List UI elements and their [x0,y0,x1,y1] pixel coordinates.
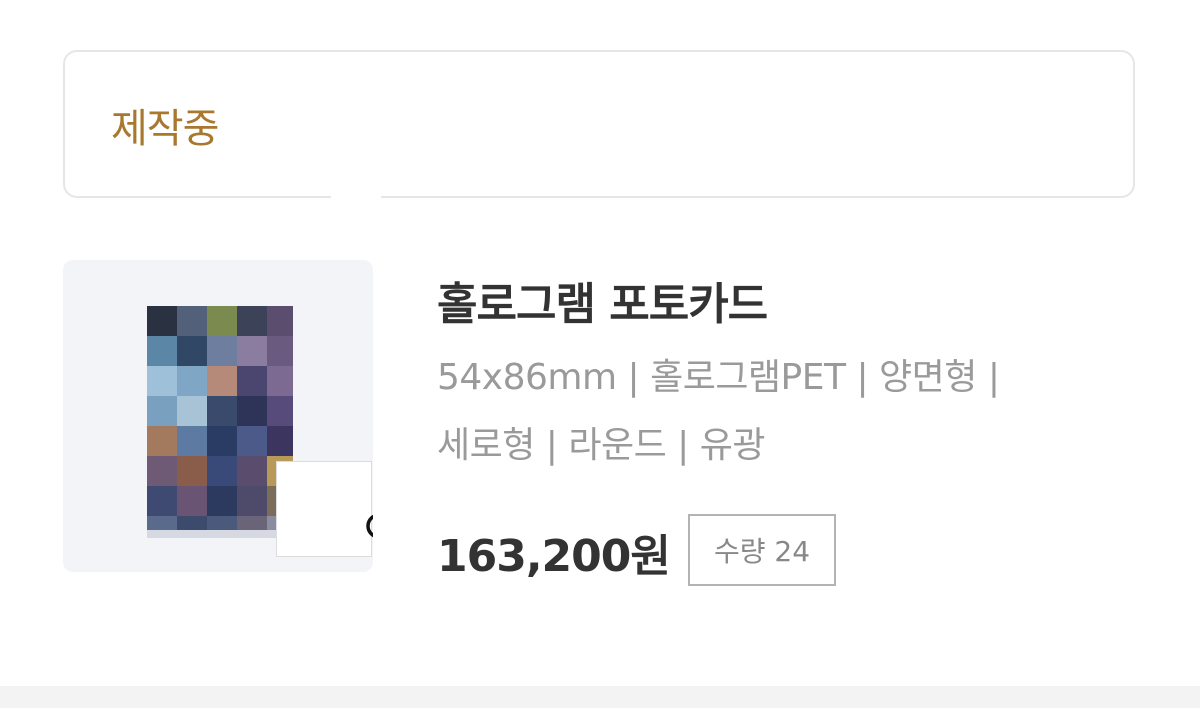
product-price: 163,200원 [437,531,671,582]
order-status-card: 제작중 [63,50,1135,198]
card-notch [331,194,381,198]
search-icon [366,514,373,538]
product-spec-line-2: 세로형 | 라운드 | 유광 [437,425,766,466]
order-status-label: 제작중 [111,106,219,152]
product-thumbnail[interactable] [63,260,373,572]
quantity-badge: 수량 24 [688,514,836,586]
photo-card-image [147,306,293,538]
section-divider [0,686,1200,708]
zoom-button[interactable] [276,461,373,557]
product-spec-line-1: 54x86mm | 홀로그램PET | 양면형 | [437,357,1000,398]
product-name[interactable]: 홀로그램 포토카드 [437,268,768,332]
